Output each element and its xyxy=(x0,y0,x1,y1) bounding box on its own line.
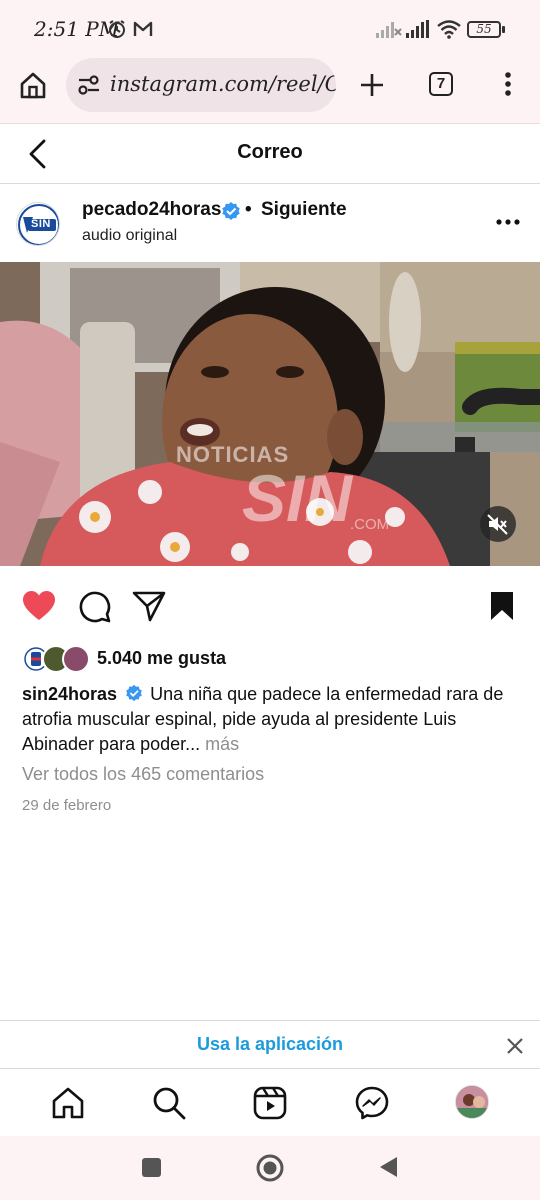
verified-badge-icon xyxy=(126,684,142,702)
liker-avatar xyxy=(62,645,90,673)
author-avatar[interactable]: SIN xyxy=(16,202,60,246)
url-bar[interactable]: instagram.com/reel/C xyxy=(66,58,336,112)
comment-icon[interactable] xyxy=(78,590,112,624)
like-heart-icon[interactable] xyxy=(22,590,56,622)
search-icon[interactable] xyxy=(151,1085,187,1121)
muted-speaker-icon xyxy=(487,514,508,535)
reels-icon[interactable] xyxy=(252,1085,288,1121)
use-app-link[interactable]: Usa la aplicación xyxy=(0,1034,540,1055)
likes-row: 5.040 me gusta xyxy=(0,642,540,676)
signal-icon xyxy=(376,22,402,38)
mute-button[interactable] xyxy=(480,506,516,542)
more-icon[interactable] xyxy=(498,70,518,100)
browser-toolbar: instagram.com/reel/C 7 xyxy=(0,58,540,124)
caption-more-link[interactable]: más xyxy=(205,734,239,754)
separator-dot: • xyxy=(245,199,252,220)
profile-photo xyxy=(456,1086,488,1118)
home-icon[interactable] xyxy=(50,1085,86,1121)
avatar-label: SIN xyxy=(31,218,51,230)
page-title: Correo xyxy=(237,141,303,163)
status-bar: 2:51 PM 55 xyxy=(0,0,540,58)
new-tab-icon[interactable] xyxy=(359,72,385,98)
post-date: 29 de febrero xyxy=(22,797,112,814)
url-text: instagram.com/reel/C xyxy=(110,72,336,96)
post-options-icon[interactable] xyxy=(495,218,521,226)
home-button[interactable] xyxy=(255,1153,285,1183)
verified-badge-icon xyxy=(222,202,240,220)
back-button[interactable] xyxy=(377,1155,399,1179)
home-icon[interactable] xyxy=(18,70,48,100)
follow-button[interactable]: Siguiente xyxy=(261,199,347,221)
post-header: SIN pecado24horas • Siguiente audio orig… xyxy=(0,186,540,262)
post-actions xyxy=(0,580,540,634)
system-navigation xyxy=(0,1136,540,1200)
bottom-navigation xyxy=(0,1068,540,1136)
view-comments-link[interactable]: Ver todos los 465 comentarios xyxy=(22,764,264,785)
alarm-icon xyxy=(109,20,125,38)
use-app-banner: Usa la aplicación xyxy=(0,1020,540,1068)
gmail-icon xyxy=(133,21,153,36)
reel-video[interactable]: NOTICIAS SIN .COM xyxy=(0,262,540,566)
share-icon[interactable] xyxy=(132,590,166,622)
caption-username[interactable]: sin24horas xyxy=(22,684,117,704)
save-bookmark-icon[interactable] xyxy=(489,591,515,621)
audio-label[interactable]: audio original xyxy=(82,227,177,245)
watermark-domain: .COM xyxy=(350,516,390,533)
page-header: Correo xyxy=(0,124,540,184)
likes-count[interactable]: 5.040 me gusta xyxy=(97,648,226,669)
battery-tip xyxy=(502,26,505,33)
watermark-main: SIN xyxy=(242,461,353,535)
site-settings-icon[interactable] xyxy=(77,74,101,96)
close-icon[interactable] xyxy=(506,1037,524,1055)
profile-avatar[interactable] xyxy=(455,1085,489,1119)
messenger-icon[interactable] xyxy=(354,1085,390,1121)
author-username[interactable]: pecado24horas xyxy=(82,199,221,221)
wifi-icon xyxy=(437,20,461,39)
post-caption: sin24horas Una niña que padece la enferm… xyxy=(22,682,522,757)
battery-icon: 55 xyxy=(467,21,501,38)
tabs-button[interactable]: 7 xyxy=(429,72,453,96)
signal-icon-2 xyxy=(406,20,429,38)
recents-button[interactable] xyxy=(142,1158,161,1177)
